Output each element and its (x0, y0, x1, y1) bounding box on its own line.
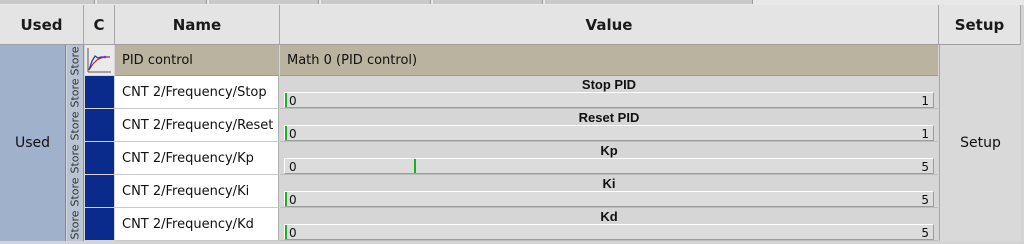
value-slider-stop-pid[interactable]: Stop PID 0 1 (280, 76, 938, 109)
slider-track[interactable]: 0 5 (284, 224, 934, 240)
channel-color-swatch[interactable] (85, 109, 114, 142)
slider-max-label: 1 (921, 94, 929, 108)
slider-indicator[interactable] (285, 225, 287, 239)
setup-button[interactable]: Setup (939, 45, 1021, 241)
store-cell[interactable]: Store (67, 175, 84, 208)
value-slider-kd[interactable]: Kd 0 5 (280, 208, 938, 241)
channel-color-swatch[interactable] (85, 175, 114, 208)
slider-track[interactable]: 0 1 (284, 125, 934, 141)
row-name[interactable]: CNT 2/Frequency/Ki (115, 175, 279, 208)
store-label: Store (68, 176, 82, 207)
slider-indicator[interactable] (414, 159, 416, 173)
slider-min-label: 0 (289, 226, 297, 240)
column-header-name[interactable]: Name (115, 5, 280, 45)
slider-title: Kd (600, 209, 618, 224)
tab[interactable] (545, 0, 753, 4)
row-name[interactable]: CNT 2/Frequency/Stop (115, 76, 279, 109)
store-label: Store (68, 45, 82, 76)
row-value[interactable]: Math 0 (PID control) (280, 45, 938, 76)
row-name[interactable]: CNT 2/Frequency/Kp (115, 142, 279, 175)
slider-title: Stop PID (581, 77, 637, 92)
value-slider-kp[interactable]: Kp 0 5 (280, 142, 938, 175)
store-cell[interactable]: Store (67, 109, 84, 142)
channel-color-swatch[interactable] (85, 76, 114, 109)
store-cell[interactable]: Store (67, 76, 84, 109)
column-header-used[interactable]: Used (0, 5, 84, 45)
tab[interactable] (433, 0, 543, 4)
slider-indicator[interactable] (285, 93, 287, 107)
value-slider-reset-pid[interactable]: Reset PID 0 1 (280, 109, 938, 142)
row-name[interactable]: PID control (115, 45, 279, 76)
pid-chart-icon[interactable] (85, 45, 114, 76)
store-cell[interactable]: Store (67, 142, 84, 175)
slider-indicator[interactable] (285, 126, 287, 140)
used-cell[interactable]: Used (0, 45, 66, 241)
slider-title: Kp (600, 143, 618, 158)
slider-track[interactable]: 0 1 (284, 92, 934, 108)
store-label: Store (68, 77, 82, 108)
tab[interactable] (97, 0, 207, 4)
slider-max-label: 5 (921, 193, 929, 207)
slider-title: Ki (602, 176, 616, 191)
channel-color-swatch[interactable] (85, 208, 114, 241)
channel-color-swatch[interactable] (85, 142, 114, 175)
slider-min-label: 0 (289, 160, 297, 174)
slider-max-label: 1 (921, 127, 929, 141)
slider-track[interactable]: 0 5 (284, 191, 934, 207)
store-cell[interactable]: Store (67, 208, 84, 241)
slider-track[interactable]: 0 5 (284, 158, 934, 174)
tab[interactable] (321, 0, 431, 4)
tab[interactable] (0, 0, 95, 4)
store-cell[interactable]: Store (67, 45, 84, 76)
tab[interactable] (209, 0, 319, 4)
value-slider-ki[interactable]: Ki 0 5 (280, 175, 938, 208)
row-name[interactable]: CNT 2/Frequency/Kd (115, 208, 279, 241)
slider-min-label: 0 (289, 193, 297, 207)
column-header-c[interactable]: C (84, 5, 115, 45)
slider-min-label: 0 (289, 94, 297, 108)
row-name[interactable]: CNT 2/Frequency/Reset (115, 109, 279, 142)
store-label: Store (68, 110, 82, 141)
slider-max-label: 5 (921, 160, 929, 174)
trend-chart-icon (87, 48, 111, 73)
slider-min-label: 0 (289, 127, 297, 141)
column-header-setup[interactable]: Setup (939, 5, 1021, 45)
store-label: Store (68, 143, 82, 174)
slider-max-label: 5 (921, 226, 929, 240)
slider-title: Reset PID (578, 110, 640, 125)
store-label: Store (68, 209, 82, 240)
slider-indicator[interactable] (285, 192, 287, 206)
column-header-value[interactable]: Value (280, 5, 939, 45)
